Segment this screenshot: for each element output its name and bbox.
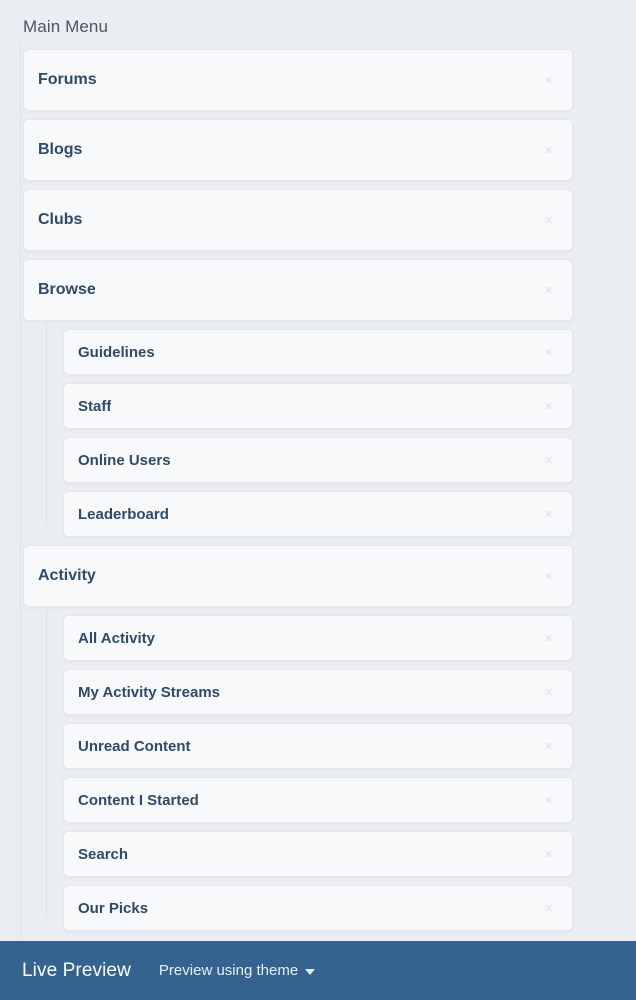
menu-item-label: Leaderboard xyxy=(78,506,169,522)
menu-item-my-activity-streams[interactable]: My Activity Streams × xyxy=(63,669,573,715)
menu-item-label: My Activity Streams xyxy=(78,684,221,700)
menu-node: Clubs × xyxy=(20,183,573,259)
menu-node: Forums × xyxy=(20,43,573,119)
close-icon[interactable]: × xyxy=(541,505,556,524)
menu-node: Leaderboard × xyxy=(63,491,573,537)
menu-node: Browse × Guidelines × Staff × Online Users × Lea… xyxy=(20,253,573,545)
menu-item-label: All Activity xyxy=(78,630,155,646)
menu-node: Unread Content × xyxy=(63,723,573,769)
close-icon[interactable]: × xyxy=(541,791,556,810)
close-icon[interactable]: × xyxy=(541,845,556,864)
menu-item-online-users[interactable]: Online Users × xyxy=(63,437,573,483)
submenu-browse: Guidelines × Staff × Online Users × Leaderboar… xyxy=(46,323,573,537)
menu-item-label: Guidelines xyxy=(78,344,155,360)
menu-item-our-picks[interactable]: Our Picks × xyxy=(63,885,573,931)
menu-item-label: Search xyxy=(78,846,129,862)
menu-item-label: Staff xyxy=(78,398,112,414)
menu-item-forums[interactable]: Forums × xyxy=(23,49,573,111)
menu-node: All Activity × xyxy=(63,615,573,661)
menu-node: Search × xyxy=(63,831,573,877)
menu-node: Online Users × xyxy=(63,437,573,483)
close-icon[interactable]: × xyxy=(541,567,556,586)
menu-item-staff[interactable]: Staff × xyxy=(63,383,573,429)
menu-item-label: Unread Content xyxy=(78,738,191,754)
close-icon[interactable]: × xyxy=(541,343,556,362)
menu-item-label: Browse xyxy=(38,282,96,298)
menu-item-label: Blogs xyxy=(38,142,83,158)
menu-item-label: Clubs xyxy=(38,212,83,228)
menu-node: My Activity Streams × xyxy=(63,669,573,715)
menu-item-all-activity[interactable]: All Activity × xyxy=(63,615,573,661)
close-icon[interactable]: × xyxy=(541,737,556,756)
main-menu-builder: Main Menu Forums × Blogs × Clubs × Browse × Guid… xyxy=(0,0,636,941)
menu-node: Guidelines × xyxy=(63,329,573,375)
live-preview-bar: Live Preview Preview using theme xyxy=(0,941,636,1000)
menu-node: Blogs × xyxy=(20,113,573,189)
menu-node: Staff × xyxy=(63,383,573,429)
close-icon[interactable]: × xyxy=(541,281,556,300)
menu-item-label: Activity xyxy=(38,568,96,584)
close-icon[interactable]: × xyxy=(541,141,556,160)
menu-item-leaderboard[interactable]: Leaderboard × xyxy=(63,491,573,537)
menu-item-unread-content[interactable]: Unread Content × xyxy=(63,723,573,769)
menu-item-clubs[interactable]: Clubs × xyxy=(23,189,573,251)
close-icon[interactable]: × xyxy=(541,211,556,230)
menu-tree: Forums × Blogs × Clubs × Browse × Guidelines × Sta… xyxy=(0,43,636,939)
close-icon[interactable]: × xyxy=(541,629,556,648)
menu-item-label: Forums xyxy=(38,72,97,88)
menu-item-content-i-started[interactable]: Content I Started × xyxy=(63,777,573,823)
page-title: Main Menu xyxy=(23,17,108,36)
preview-theme-label: Preview using theme xyxy=(158,962,299,979)
submenu-activity: All Activity × My Activity Streams × Unread … xyxy=(46,609,573,931)
menu-node: Activity × All Activity × My Activity Stream… xyxy=(20,539,573,939)
close-icon[interactable]: × xyxy=(541,71,556,90)
preview-using-theme-dropdown[interactable]: Preview using theme xyxy=(158,962,316,979)
close-icon[interactable]: × xyxy=(541,451,556,470)
menu-item-label: Content I Started xyxy=(78,792,199,808)
live-preview-title: Live Preview xyxy=(22,959,131,981)
menu-item-browse[interactable]: Browse × xyxy=(23,259,573,321)
close-icon[interactable]: × xyxy=(541,899,556,918)
close-icon[interactable]: × xyxy=(541,397,556,416)
menu-item-guidelines[interactable]: Guidelines × xyxy=(63,329,573,375)
menu-item-activity[interactable]: Activity × xyxy=(23,545,573,607)
menu-node: Our Picks × xyxy=(63,885,573,931)
menu-item-label: Our Picks xyxy=(78,900,149,916)
menu-item-search[interactable]: Search × xyxy=(63,831,573,877)
menu-item-blogs[interactable]: Blogs × xyxy=(23,119,573,181)
menu-node: Content I Started × xyxy=(63,777,573,823)
close-icon[interactable]: × xyxy=(541,683,556,702)
caret-down-icon xyxy=(305,968,316,975)
menu-item-label: Online Users xyxy=(78,452,171,468)
